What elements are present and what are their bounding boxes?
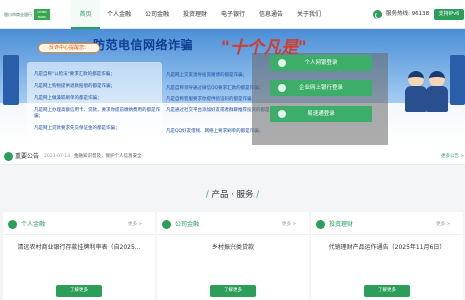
police-figure [405,71,427,113]
learn-more-button[interactable]: 了解更多 [210,285,256,297]
notice-label: 重要公告 [15,153,40,160]
ipv6-badge[interactable]: 支持IPv6 [434,9,464,20]
top-header: 银川市商业银行 CIMBS BANK 首页 个人金融 公司金融 投资理财 电子银… [0,0,465,29]
product-link[interactable]: 代销理财产品运作通告（2025年11月6日） [311,243,463,252]
banner-title: 防范电信网络诈骗 [93,38,194,52]
building-icon [162,220,171,229]
banner-prev-arrow[interactable] [3,55,19,105]
main-nav: 首页 个人金融 公司金融 投资理财 电子银行 信息通告 关于我们 [71,0,328,29]
learn-more-button[interactable]: 了解更多 [56,285,102,297]
banner-next-arrow[interactable] [450,55,465,105]
phone-icon [373,10,382,19]
notice-more-link[interactable]: 更多公告 > [441,153,464,161]
notice-date: 2023-07-14 [44,154,71,159]
nav-announcements[interactable]: 信息通告 [252,0,290,29]
banner-bullet: 凡是自称"公检法"要求汇款的都是诈骗； [34,72,115,77]
nav-home[interactable]: 首页 [71,0,100,29]
nav-personal-finance[interactable]: 个人金融 [100,0,138,29]
login-label: 易速通登录 [307,111,335,117]
product-link[interactable]: 乡村振兴类贷款 [157,243,309,252]
quick-pass-login-button[interactable]: 易速通登录 [270,106,372,122]
megaphone-icon [4,152,13,161]
page-root: 银川市商业银行 CIMBS BANK 首页 个人金融 公司金融 投资理财 电子银… [0,0,465,300]
bank-logo[interactable]: 银川市商业银行 CIMBS BANK [4,9,50,20]
logo-badge: CIMBS BANK [34,9,50,20]
login-label: 企业网上银行登录 [298,85,343,91]
notice-bar: 重要公告 2023-07-14 金融知识普及，保护个人信息安全 更多公告 > [0,148,465,165]
notice-link[interactable]: 金融知识普及，保护个人信息安全 [74,153,142,161]
user-icon [278,59,286,67]
chart-icon [316,220,325,229]
card-more-link[interactable]: 更多 > [128,221,142,228]
building-icon [278,84,286,92]
banner-bullet: 凡是网上贷款要求先交保证金的都是诈骗； [34,126,120,131]
logo-text: 银川市商业银行 [4,11,32,17]
service-hotline: 服务热线: 96138 [386,11,430,17]
card-title: 投资理财 [329,221,354,228]
corporate-ebank-login-button[interactable]: 企业网上银行登录 [270,80,372,96]
nav-e-banking[interactable]: 电子银行 [214,0,252,29]
nav-investment[interactable]: 投资理财 [176,0,214,29]
banner-bullet: 凡是网上做兼职刷单的都是诈骗； [34,96,102,101]
product-link[interactable]: 清远农村商业银行存款挂牌利率表（自2025... [3,243,155,252]
personal-ebank-login-button[interactable]: 个人网银登录 [270,55,372,71]
user-icon [8,220,17,229]
login-label: 个人网银登录 [304,60,338,66]
card-more-link[interactable]: 更多 > [436,221,450,228]
banner-bullet: 凡是网上购物提供退款赔偿的都是诈骗； [34,84,115,89]
police-figure [426,71,448,113]
card-title: 公司金融 [175,221,200,228]
card-title: 个人金融 [21,221,46,228]
card-more-link[interactable]: 更多 > [282,221,296,228]
banner-bullet: 凡是网上办理高额信用卡、贷款，要求你提前缴纳费用的都是诈骗； [34,108,160,119]
section-title: / 产品 · 服务 / [205,190,260,200]
learn-more-button[interactable]: 了解更多 [364,285,410,297]
anti-fraud-tag: 反诈中心提醒您： [38,43,100,53]
nav-about-us[interactable]: 关于我们 [290,0,328,29]
nav-corporate-finance[interactable]: 公司金融 [138,0,176,29]
shield-icon [278,110,286,118]
